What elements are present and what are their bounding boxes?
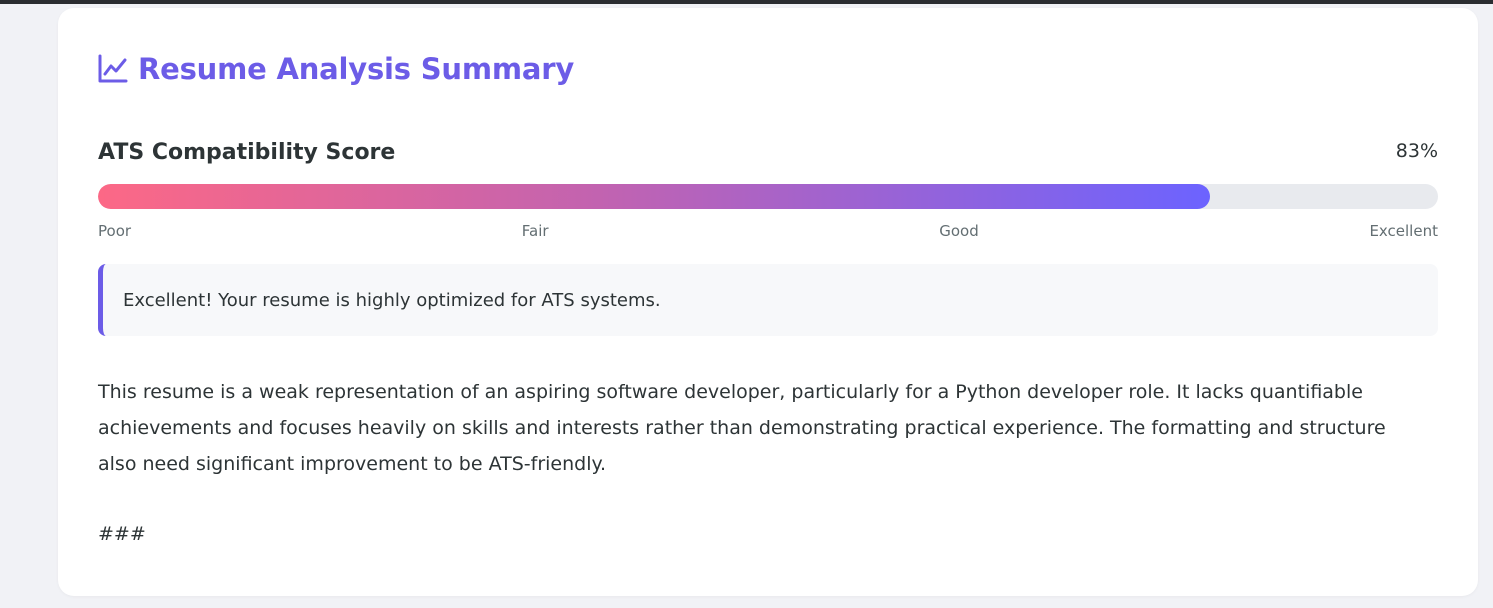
scale-label-good: Good xyxy=(939,222,979,240)
card-header: Resume Analysis Summary xyxy=(98,52,574,86)
card-title: Resume Analysis Summary xyxy=(138,52,575,86)
ats-score-value: 83% xyxy=(1395,140,1438,162)
scale-label-excellent: Excellent xyxy=(1369,222,1438,240)
scale-label-poor: Poor xyxy=(98,222,132,240)
resume-analysis-card: Resume Analysis Summary ATS Compatibilit… xyxy=(58,8,1478,596)
top-border xyxy=(0,0,1493,4)
score-scale: Poor Fair Good Excellent xyxy=(98,222,1438,240)
ats-score-bar xyxy=(98,184,1438,209)
summary-paragraph: This resume is a weak representation of … xyxy=(98,381,1386,475)
ats-feedback-text: Excellent! Your resume is highly optimiz… xyxy=(123,289,661,311)
ats-score-label: ATS Compatibility Score xyxy=(98,140,396,165)
line-chart-icon xyxy=(98,54,128,84)
ats-score-bar-fill xyxy=(98,184,1211,209)
scale-label-fair: Fair xyxy=(521,222,549,240)
ats-feedback-callout: Excellent! Your resume is highly optimiz… xyxy=(98,264,1438,336)
section-marker: ### xyxy=(98,523,146,545)
